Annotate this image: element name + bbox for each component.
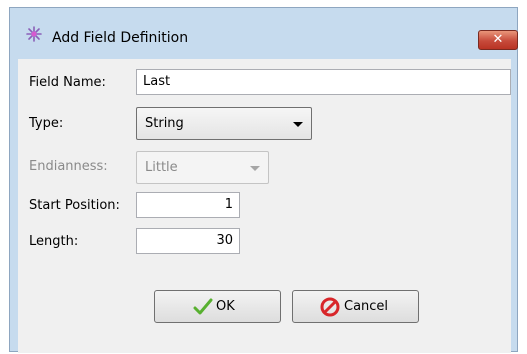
title-bar[interactable]: Add Field Definition ✕ bbox=[10, 8, 518, 59]
type-selected-value: String bbox=[145, 116, 184, 131]
sparkle-icon bbox=[26, 26, 42, 42]
type-label: Type: bbox=[29, 116, 64, 131]
endianness-dropdown: Little bbox=[136, 151, 269, 184]
chevron-down-icon bbox=[293, 122, 303, 127]
cancel-icon bbox=[320, 297, 340, 321]
field-name-input[interactable]: Last bbox=[136, 69, 511, 95]
endianness-selected-value: Little bbox=[145, 160, 178, 175]
start-position-input[interactable]: 1 bbox=[136, 192, 240, 218]
cancel-button-label: Cancel bbox=[344, 299, 389, 314]
checkmark-icon bbox=[193, 297, 213, 321]
window-title: Add Field Definition bbox=[52, 30, 189, 46]
dialog-content: Field Name: Last Type: String Endianness… bbox=[18, 59, 511, 353]
ok-button-label: OK bbox=[216, 299, 235, 314]
chevron-down-icon bbox=[250, 166, 260, 171]
close-button[interactable]: ✕ bbox=[478, 30, 518, 50]
start-position-label: Start Position: bbox=[29, 198, 120, 213]
ok-button[interactable]: OK bbox=[154, 290, 281, 323]
close-icon: ✕ bbox=[492, 32, 504, 47]
type-dropdown[interactable]: String bbox=[136, 107, 312, 140]
endianness-label: Endianness: bbox=[29, 159, 108, 174]
field-name-label: Field Name: bbox=[29, 75, 106, 90]
cancel-button[interactable]: Cancel bbox=[292, 290, 419, 323]
length-input[interactable]: 30 bbox=[136, 228, 240, 254]
dialog-window: Add Field Definition ✕ Field Name: Last … bbox=[9, 7, 518, 353]
length-label: Length: bbox=[29, 234, 79, 249]
